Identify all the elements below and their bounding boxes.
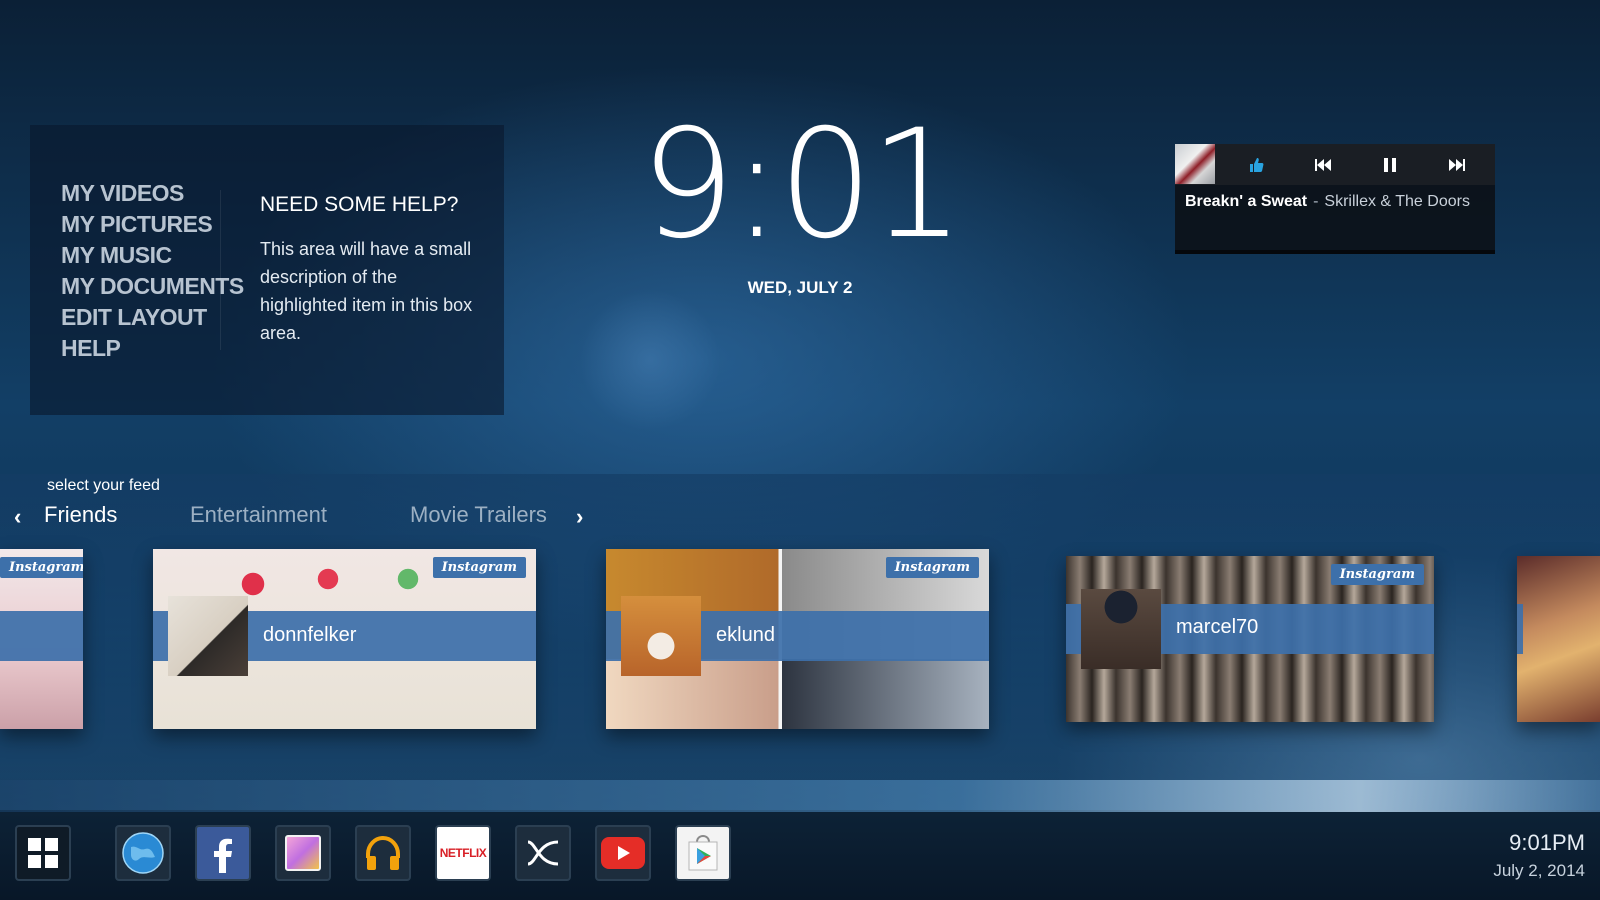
feed-heading: select your feed xyxy=(47,477,160,494)
avatar xyxy=(168,596,248,676)
clock-time: 9:01 xyxy=(640,98,965,272)
music-player: Breakn' a Sweat - Skrillex & The Doors xyxy=(1175,144,1495,254)
previous-icon[interactable] xyxy=(1310,152,1336,178)
tab-movie-trailers[interactable]: Movie Trailers xyxy=(410,502,547,528)
help-description: This area will have a small description … xyxy=(260,239,473,343)
avatar xyxy=(1081,589,1161,669)
main-menu-panel: My Videos My Pictures My Music My Docume… xyxy=(30,125,504,415)
menu-item-my-documents[interactable]: My Documents xyxy=(61,271,244,302)
netflix-label: NETFLIX xyxy=(439,846,487,860)
pause-icon[interactable] xyxy=(1377,152,1403,178)
main-menu: My Videos My Pictures My Music My Docume… xyxy=(61,178,244,364)
feed-card-eklund[interactable]: eklund Instagram xyxy=(606,549,989,729)
thumbs-up-icon[interactable] xyxy=(1243,152,1269,178)
menu-item-my-music[interactable]: My Music xyxy=(61,240,244,271)
apps-grid-icon[interactable] xyxy=(15,825,71,881)
feed-card-marcel70[interactable]: marcel70 Instagram xyxy=(1066,556,1434,722)
chevron-left-icon[interactable]: ‹ xyxy=(14,504,21,530)
feed-card-donnfelker[interactable]: donnfelker Instagram xyxy=(153,549,536,729)
card-name-bar xyxy=(1517,604,1523,654)
browser-globe-icon[interactable] xyxy=(115,825,171,881)
feed-card-partial-right[interactable] xyxy=(1517,556,1600,722)
netflix-icon[interactable]: NETFLIX xyxy=(435,825,491,881)
tab-friends[interactable]: Friends xyxy=(44,502,117,528)
track-artist: Skrillex & The Doors xyxy=(1324,193,1470,210)
menu-item-help[interactable]: Help xyxy=(61,333,244,364)
card-username: marcel70 xyxy=(1176,616,1259,638)
album-art[interactable] xyxy=(1175,144,1215,184)
facebook-icon[interactable] xyxy=(195,825,251,881)
card-username: donnfelker xyxy=(263,624,357,646)
menu-item-my-videos[interactable]: My Videos xyxy=(61,178,244,209)
now-playing: Breakn' a Sweat - Skrillex & The Doors xyxy=(1185,193,1490,211)
instagram-badge: Instagram xyxy=(0,557,83,578)
card-image xyxy=(1517,556,1600,722)
instagram-badge: Instagram xyxy=(1330,564,1424,585)
chevron-right-icon[interactable]: › xyxy=(576,504,583,530)
youtube-icon[interactable] xyxy=(595,825,651,881)
gallery-icon[interactable] xyxy=(275,825,331,881)
player-controls xyxy=(1175,144,1495,185)
track-title: Breakn' a Sweat xyxy=(1185,193,1308,210)
taskbar-sheen xyxy=(0,780,1600,814)
instagram-badge: Instagram xyxy=(432,557,526,578)
music-headphones-icon[interactable] xyxy=(355,825,411,881)
help-title: NEED SOME HELP? xyxy=(260,193,459,216)
play-store-icon[interactable] xyxy=(675,825,731,881)
tab-entertainment[interactable]: Entertainment xyxy=(190,502,327,528)
feed-card-partial-left[interactable]: Instagram xyxy=(0,549,83,729)
system-date: July 2, 2014 xyxy=(1493,861,1585,880)
menu-item-my-pictures[interactable]: My Pictures xyxy=(61,209,244,240)
system-time: 9:01PM xyxy=(1509,830,1585,855)
avatar xyxy=(621,596,701,676)
plex-icon[interactable] xyxy=(515,825,571,881)
menu-divider xyxy=(220,190,221,350)
track-separator: - xyxy=(1313,193,1319,210)
clock-date: WED, JULY 2 xyxy=(747,278,853,297)
next-icon[interactable] xyxy=(1444,152,1470,178)
card-name-bar xyxy=(0,611,83,661)
instagram-badge: Instagram xyxy=(885,557,979,578)
menu-item-edit-layout[interactable]: Edit Layout xyxy=(61,302,244,333)
card-username: eklund xyxy=(716,624,775,646)
